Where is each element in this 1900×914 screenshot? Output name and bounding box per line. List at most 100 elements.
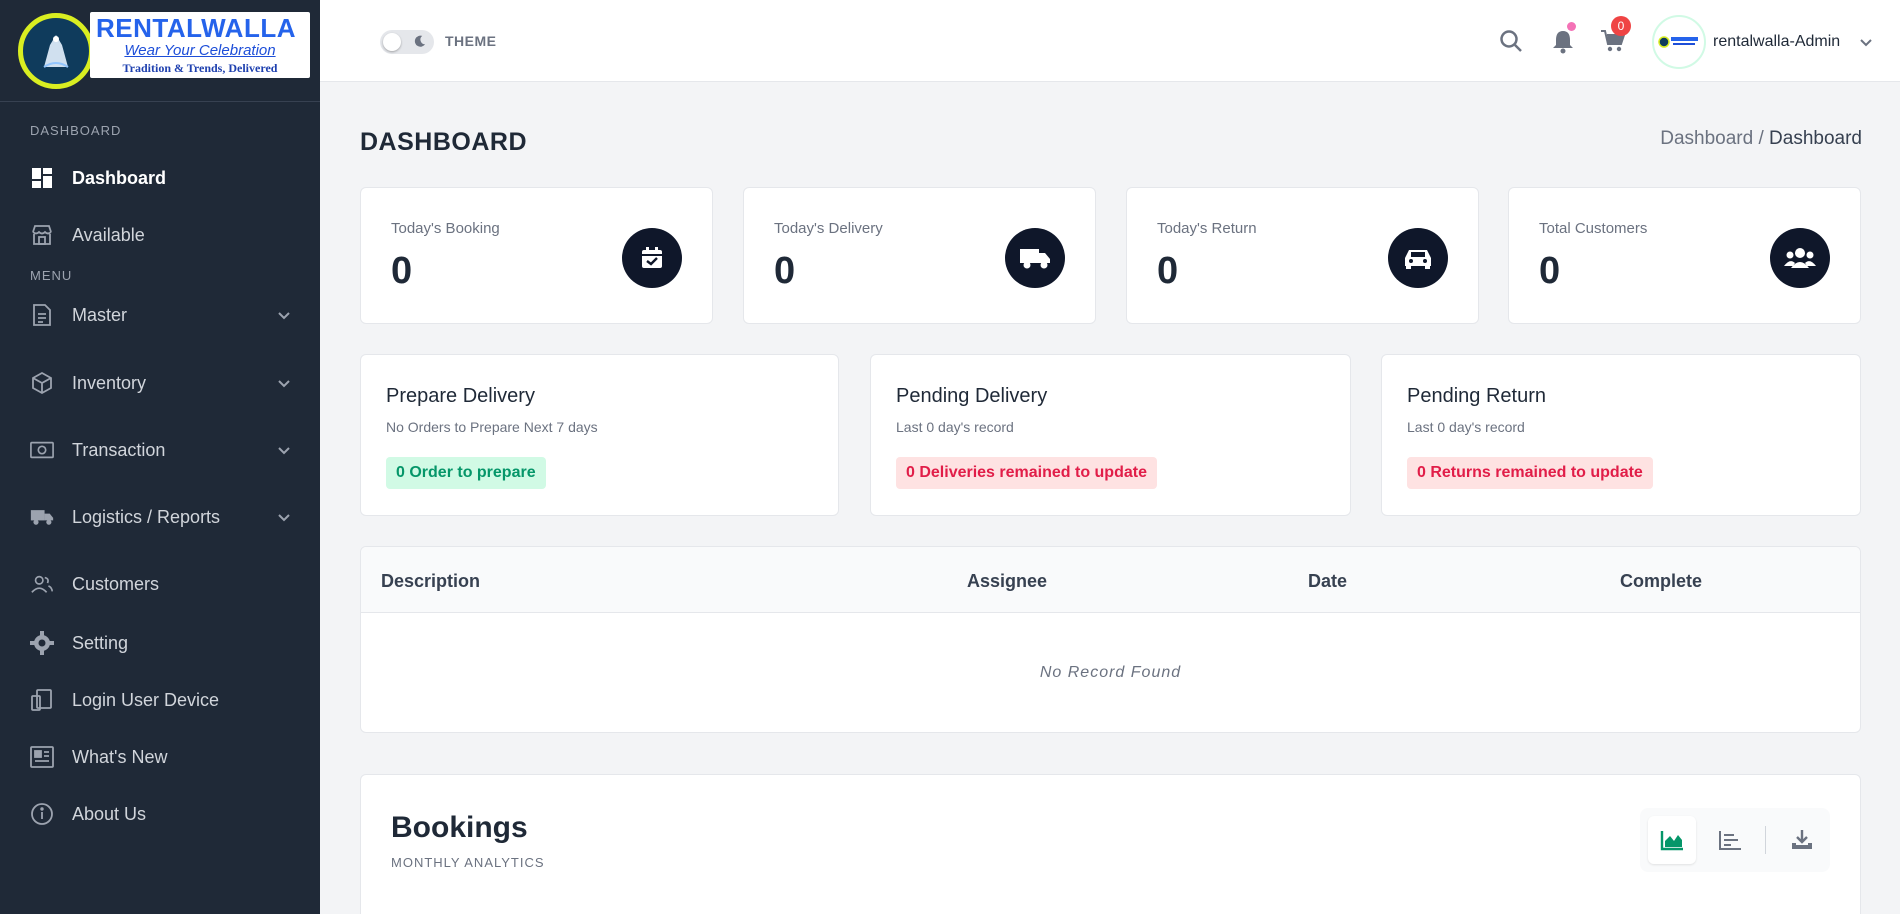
breadcrumb: Dashboard / Dashboard	[1660, 128, 1862, 150]
sidebar-item-setting[interactable]: Setting	[0, 623, 320, 663]
document-icon	[30, 303, 54, 327]
status-badge[interactable]: 0 Returns remained to update	[1407, 457, 1653, 489]
sidebar-item-transaction[interactable]: Transaction	[0, 430, 320, 470]
bookings-subtitle: MONTHLY ANALYTICS	[391, 855, 545, 870]
avatar[interactable]	[1652, 15, 1706, 69]
logo-title: RENTALWALLA	[96, 13, 296, 43]
toggle-knob	[383, 33, 401, 51]
stat-value: 0	[1539, 250, 1561, 292]
stat-label: Today's Booking	[391, 220, 500, 237]
panel-title: Prepare Delivery	[386, 385, 535, 407]
sidebar-item-label: Logistics / Reports	[72, 506, 221, 527]
logo-wordmark: RENTALWALLA Wear Your Celebration Tradit…	[90, 12, 310, 78]
area-chart-icon	[1660, 831, 1683, 851]
stat-label: Total Customers	[1539, 220, 1648, 237]
search-icon[interactable]	[1498, 28, 1524, 54]
devices-icon	[30, 688, 54, 712]
chart-toolbar	[1640, 808, 1830, 872]
panel-title: Pending Delivery	[896, 385, 1048, 407]
stat-card-todays-delivery: Today's Delivery 0	[743, 187, 1096, 324]
avatar-logo-icon	[1658, 36, 1698, 48]
gear-icon	[30, 631, 54, 655]
chevron-down-icon	[278, 380, 290, 388]
logo-emblem-icon	[18, 12, 94, 89]
users-icon	[30, 572, 54, 596]
sidebar-item-about-us[interactable]: About Us	[0, 794, 320, 834]
grid-icon	[30, 166, 54, 190]
page-title: DASHBOARD	[360, 128, 527, 156]
sidebar: RENTALWALLA Wear Your Celebration Tradit…	[0, 0, 320, 914]
bar-chart-icon	[1719, 831, 1741, 850]
status-badge[interactable]: 0 Order to prepare	[386, 457, 546, 489]
moon-icon	[414, 35, 426, 47]
panel-subtitle: Last 0 day's record	[896, 419, 1014, 435]
chevron-down-icon	[278, 312, 290, 320]
sidebar-item-logistics-reports[interactable]: Logistics / Reports	[0, 497, 320, 537]
logo-subtagline: Tradition & Trends, Delivered	[122, 61, 278, 75]
stat-card-todays-return: Today's Return 0	[1126, 187, 1479, 324]
car-icon	[1388, 228, 1448, 288]
breadcrumb-root-link[interactable]: Dashboard	[1660, 128, 1753, 149]
download-button[interactable]	[1778, 816, 1826, 864]
theme-toggle[interactable]	[380, 30, 434, 54]
task-table: Description Assignee Date Complete No Re…	[360, 546, 1861, 733]
status-badge[interactable]: 0 Deliveries remained to update	[896, 457, 1157, 489]
area-chart-button[interactable]	[1648, 816, 1696, 864]
toolbar-divider	[1765, 826, 1766, 854]
sidebar-item-available[interactable]: Available	[0, 215, 320, 255]
panel-subtitle: Last 0 day's record	[1407, 419, 1525, 435]
sidebar-item-label: Inventory	[72, 372, 147, 393]
column-header-description[interactable]: Description	[381, 571, 480, 592]
chevron-down-icon	[278, 514, 290, 522]
logo-tagline: Wear Your Celebration	[124, 42, 276, 59]
notification-dot	[1567, 22, 1576, 31]
stat-value: 0	[391, 250, 413, 292]
newspaper-icon	[30, 745, 54, 769]
column-header-assignee[interactable]: Assignee	[967, 571, 1047, 592]
sidebar-item-label: Customers	[72, 573, 160, 594]
sidebar-item-master[interactable]: Master	[0, 295, 320, 335]
table-header: Description Assignee Date Complete	[361, 547, 1860, 613]
sidebar-item-login-user-device[interactable]: Login User Device	[0, 680, 320, 720]
sidebar-item-label: About Us	[72, 803, 147, 824]
sidebar-item-label: Dashboard	[72, 167, 167, 188]
bookings-card: Bookings MONTHLY ANALYTICS	[360, 774, 1861, 914]
panel-pending-return: Pending Return Last 0 day's record 0 Ret…	[1381, 354, 1861, 516]
column-header-complete[interactable]: Complete	[1620, 571, 1702, 592]
chevron-down-icon[interactable]	[1858, 34, 1874, 50]
download-icon	[1792, 830, 1812, 849]
sidebar-item-inventory[interactable]: Inventory	[0, 363, 320, 403]
sidebar-item-label: Available	[72, 224, 145, 245]
section-label-dashboard: DASHBOARD	[30, 123, 122, 138]
theme-label: THEME	[445, 33, 497, 49]
panel-subtitle: No Orders to Prepare Next 7 days	[386, 419, 598, 435]
stat-label: Today's Delivery	[774, 220, 883, 237]
top-bar: THEME 0 rentalwalla-Admin	[320, 0, 1900, 82]
info-icon	[30, 802, 54, 826]
stat-value: 0	[1157, 250, 1179, 292]
bar-chart-button[interactable]	[1706, 816, 1754, 864]
brand-logo[interactable]: RENTALWALLA Wear Your Celebration Tradit…	[0, 0, 320, 102]
bell-icon[interactable]	[1550, 28, 1576, 54]
breadcrumb-separator: /	[1753, 128, 1770, 149]
panel-pending-delivery: Pending Delivery Last 0 day's record 0 D…	[870, 354, 1351, 516]
store-icon	[30, 223, 54, 247]
stat-card-todays-booking: Today's Booking 0	[360, 187, 713, 324]
bookings-title: Bookings	[391, 811, 528, 844]
breadcrumb-current: Dashboard	[1769, 128, 1862, 149]
sidebar-item-customers[interactable]: Customers	[0, 564, 320, 604]
sidebar-item-label: Setting	[72, 632, 129, 653]
panel-prepare-delivery: Prepare Delivery No Orders to Prepare Ne…	[360, 354, 839, 516]
user-name[interactable]: rentalwalla-Admin	[1713, 33, 1840, 51]
sidebar-item-whats-new[interactable]: What's New	[0, 737, 320, 777]
sidebar-item-label: Login User Device	[72, 689, 220, 710]
panel-title: Pending Return	[1407, 385, 1546, 407]
chevron-down-icon	[278, 447, 290, 455]
column-header-date[interactable]: Date	[1308, 571, 1347, 592]
cart-count-badge: 0	[1611, 16, 1631, 36]
stat-value: 0	[774, 250, 796, 292]
sidebar-item-dashboard[interactable]: Dashboard	[0, 158, 320, 198]
sidebar-item-label: Master	[72, 304, 128, 325]
calendar-check-icon	[622, 228, 682, 288]
stat-card-total-customers: Total Customers 0	[1508, 187, 1861, 324]
